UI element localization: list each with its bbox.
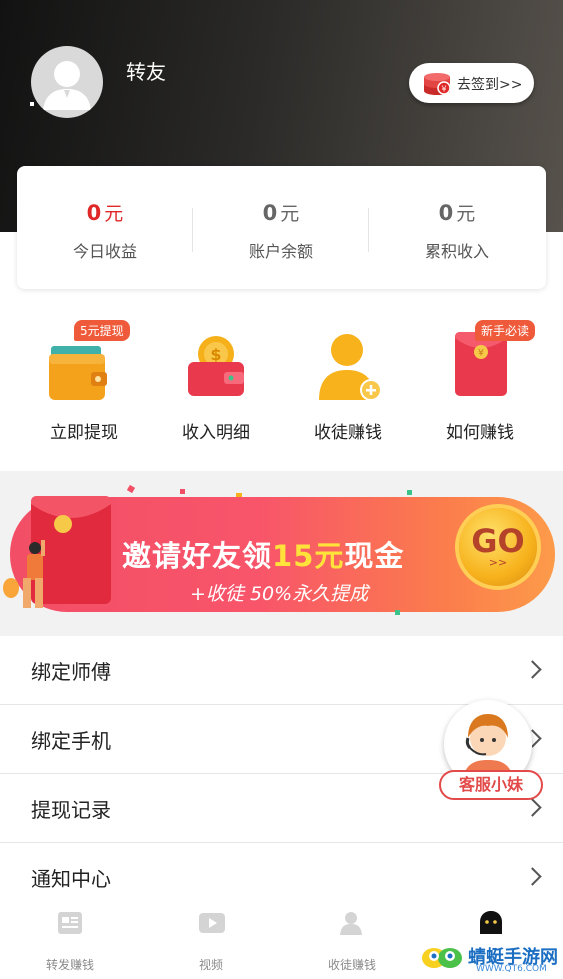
- today-earnings: 0元 今日收益: [17, 166, 193, 289]
- add-user-icon: [319, 334, 382, 401]
- stat-unit: 元: [280, 203, 300, 225]
- svg-text:¥: ¥: [478, 349, 484, 359]
- avatar[interactable]: [31, 46, 103, 118]
- stat-label: 账户余额: [248, 242, 313, 261]
- status-dot: [30, 102, 34, 106]
- stat-value: 0: [86, 201, 102, 225]
- banner-title: 邀请好友领15元现金: [122, 533, 404, 575]
- default-avatar-icon: [43, 61, 91, 110]
- income-detail-button[interactable]: $ 收入明细: [161, 320, 271, 445]
- video-icon: [199, 913, 225, 933]
- withdraw-now-button[interactable]: 5元提现 立即提现: [29, 320, 139, 445]
- tab-video[interactable]: 视频: [141, 900, 281, 979]
- username: 转友: [126, 60, 166, 84]
- coins-icon: ¥: [424, 73, 451, 95]
- total-income: 0元 累积收入: [369, 166, 545, 289]
- user-icon: [340, 912, 362, 935]
- signin-label: 去签到>>: [457, 77, 523, 93]
- svg-text:$: $: [210, 345, 221, 364]
- tab-recruit[interactable]: 收徒赚钱: [282, 900, 422, 979]
- action-label: 收入明细: [182, 423, 250, 443]
- recruit-apprentice-button[interactable]: 收徒赚钱: [293, 320, 403, 445]
- red-envelope-illustration-icon: [3, 496, 111, 608]
- signin-button[interactable]: ¥ 去签到>>: [409, 63, 534, 103]
- confetti: [180, 489, 185, 494]
- banner-subtitle: +收徒 50%永久提成: [190, 583, 369, 605]
- confetti: [395, 610, 400, 615]
- customer-service-label[interactable]: 客服小妹: [439, 770, 543, 800]
- menu-label: 绑定师傅: [31, 660, 111, 684]
- watermark-logo-icon: [422, 948, 462, 968]
- confetti: [407, 490, 412, 495]
- chevron-right-icon: [523, 867, 542, 886]
- tab-label: 视频: [198, 958, 223, 972]
- how-to-earn-button[interactable]: ¥ 新手必读 如何赚钱: [425, 320, 536, 445]
- tab-label: 收徒赚钱: [327, 958, 376, 972]
- news-icon: [58, 912, 82, 934]
- svg-text:¥: ¥: [441, 85, 446, 94]
- withdraw-tag: 5元提现: [74, 320, 130, 341]
- wallet-icon: [49, 346, 107, 400]
- menu-bind-master[interactable]: 绑定师傅: [0, 636, 563, 705]
- banner-title-pre: 邀请好友领: [122, 539, 273, 573]
- confetti: [236, 493, 242, 497]
- chevron-right-icon: [523, 660, 542, 679]
- stat-label: 累积收入: [424, 242, 489, 261]
- banner-title-post: 现金: [344, 539, 405, 573]
- account-balance: 0元 账户余额: [193, 166, 369, 289]
- tab-forward-earn[interactable]: 转发赚钱: [0, 900, 140, 979]
- earnings-card: 0元 今日收益 0元 账户余额 0元 累积收入: [17, 166, 546, 289]
- watermark-url: WWW.QT6.COM: [476, 964, 547, 974]
- stat-label: 今日收益: [72, 242, 137, 261]
- banner-title-highlight: 15元: [272, 539, 345, 573]
- action-label: 如何赚钱: [446, 423, 514, 443]
- stat-unit: 元: [104, 203, 124, 225]
- go-button[interactable]: GO >>: [459, 508, 537, 586]
- stat-value: 0: [438, 201, 454, 225]
- coin-wallet-icon: $: [188, 336, 244, 396]
- newbie-tag: 新手必读: [475, 320, 536, 341]
- tab-label: 转发赚钱: [45, 958, 94, 972]
- action-label: 立即提现: [50, 423, 118, 443]
- mine-icon: [480, 911, 502, 934]
- go-label: GO: [471, 522, 525, 560]
- menu-label: 提现记录: [31, 798, 111, 822]
- menu-label: 绑定手机: [31, 729, 111, 753]
- stat-value: 0: [262, 201, 278, 225]
- menu-label: 通知中心: [31, 867, 111, 891]
- chevron-right-icon: [523, 798, 542, 817]
- stat-unit: 元: [456, 203, 476, 225]
- action-label: 收徒赚钱: [314, 423, 382, 443]
